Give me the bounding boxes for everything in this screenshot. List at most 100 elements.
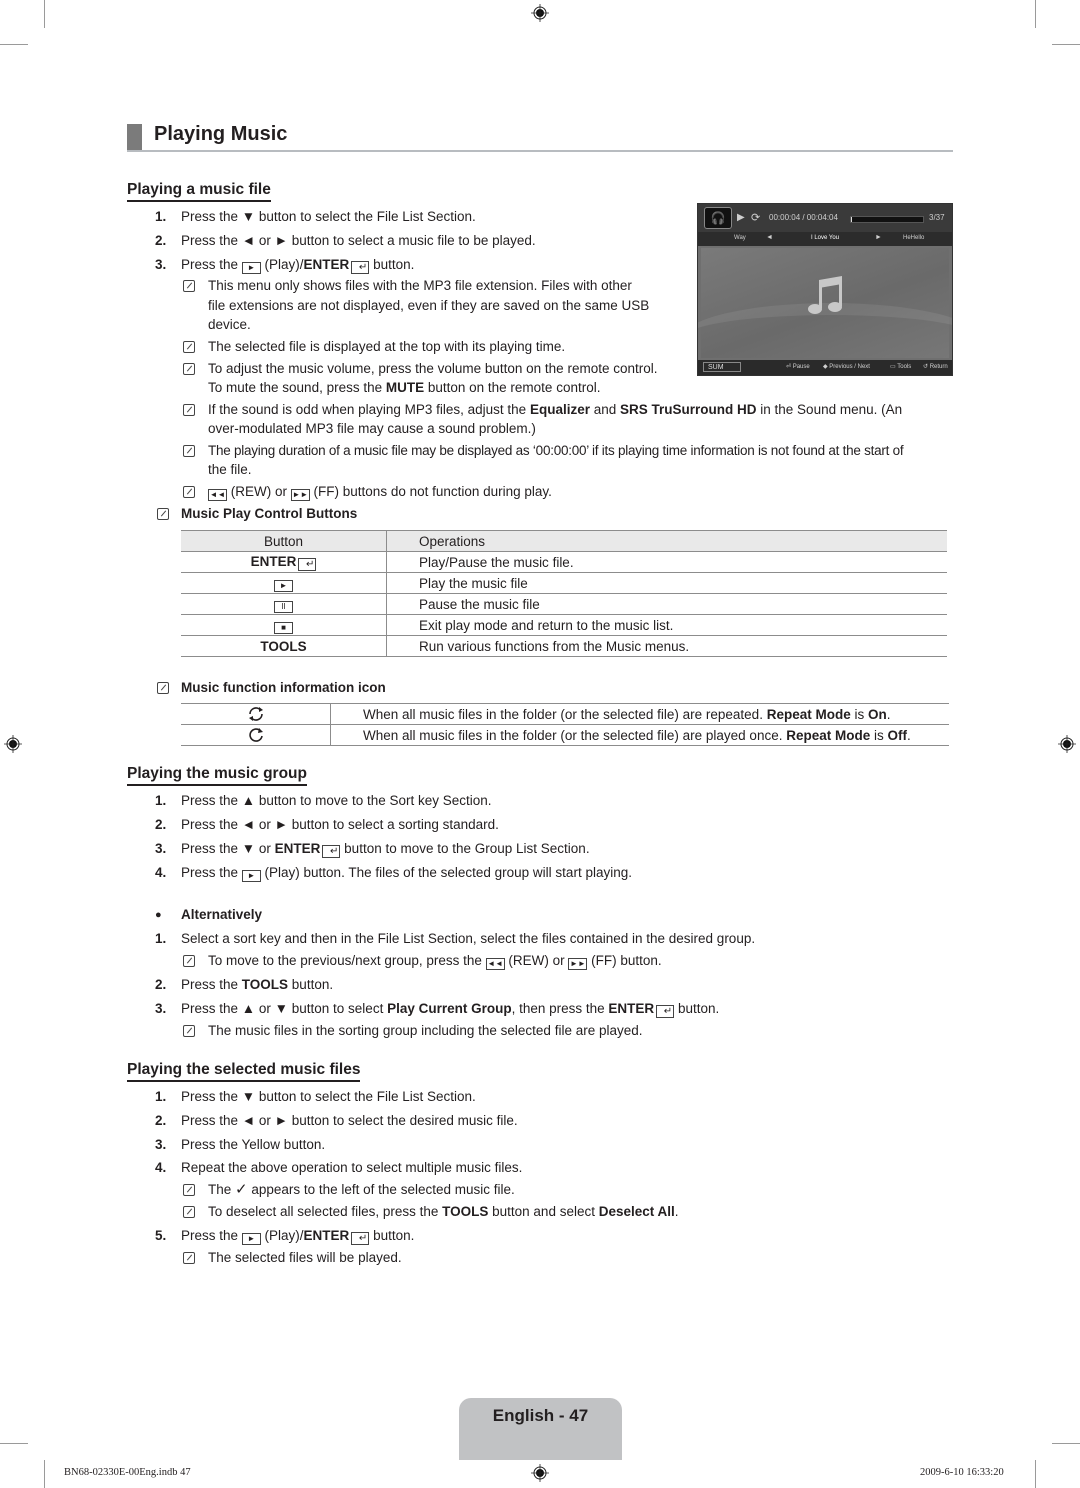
crop-mark: [1035, 1460, 1036, 1488]
step-text: Press the ◄ or ► button to select the de…: [181, 1113, 518, 1128]
next-track-title: HeHello: [903, 235, 925, 241]
section-heading-selected-files: Playing the selected music files: [127, 1061, 361, 1082]
button-cell: II: [181, 593, 387, 615]
button-cell: TOOLS: [181, 635, 387, 657]
operation-cell: Exit play mode and return to the music l…: [386, 614, 947, 636]
step-number: 3.: [155, 841, 167, 856]
step-text: Press the ▼ or ENTER ↵ button to move to …: [181, 841, 590, 858]
prev-arrow-icon: ◄: [766, 234, 773, 241]
step-text: Press the ► (Play) button. The files of …: [181, 865, 632, 882]
note-text: The ✓ appears to the left of the selecte…: [208, 1181, 515, 1198]
note-icon: [157, 508, 169, 520]
prev-track-title: Way: [734, 235, 746, 241]
crop-mark: [1052, 44, 1080, 45]
control-buttons-table: Button Operations ENTER ↵ Play/Pause the …: [181, 530, 947, 657]
operation-cell: Pause the music file: [386, 593, 947, 615]
description-cell: When all music files in the folder (or t…: [330, 724, 949, 746]
repeat-on-icon: ⟳: [751, 212, 761, 224]
step-text: Press the Yellow button.: [181, 1137, 326, 1152]
note-text: The playing duration of a music file may…: [208, 443, 904, 458]
step-text: Press the ◄ or ► button to select a musi…: [181, 233, 536, 248]
note-text: the file.: [208, 462, 252, 477]
operation-cell: Play/Pause the music file.: [386, 551, 947, 573]
note-text: To adjust the music volume, press the vo…: [208, 361, 658, 376]
table-row: ENTER ↵ Play/Pause the music file.: [181, 551, 947, 573]
page-title-bar: Playing Music: [127, 123, 953, 152]
track-nav-bar: Way ◄ I Love You ► HeHello: [698, 232, 952, 246]
note-text: file extensions are not displayed, even …: [208, 298, 650, 313]
page-number-tab: English - 47: [459, 1398, 622, 1460]
button-cell: ■: [181, 614, 387, 636]
step-number: 3.: [155, 1137, 167, 1152]
note-icon: [183, 445, 195, 457]
icon-cell: [181, 724, 331, 746]
repeat-off-icon: [248, 728, 263, 743]
enter-key-icon: ↵: [322, 845, 341, 858]
icon-cell: [181, 703, 331, 725]
section-heading-music-file: Playing a music file: [127, 181, 271, 202]
table-row: When all music files in the folder (or t…: [181, 703, 949, 725]
sound-mode-badge: SUM: [703, 362, 741, 372]
section-heading-music-group: Playing the music group: [127, 765, 307, 786]
enter-key-icon: ↵: [351, 1232, 370, 1245]
bullet-icon: ●: [155, 909, 162, 921]
player-status-bar: 🎧 ▶ ⟳ 00:00:04 / 00:04:04 3/37: [698, 204, 952, 232]
note-text: The selected files will be played.: [208, 1250, 402, 1265]
note-text: To move to the previous/next group, pres…: [208, 953, 662, 970]
description-cell: When all music files in the folder (or t…: [330, 703, 949, 725]
column-header: Button: [181, 530, 387, 552]
hint-previous-next: ◆ Previous / Next: [823, 364, 870, 370]
file-slug: BN68-02330E-00Eng.indb 47: [64, 1467, 191, 1478]
ff-key-icon: ►►: [568, 958, 588, 970]
print-timestamp: 2009-6-10 16:33:20: [920, 1467, 1004, 1478]
player-background: [698, 248, 952, 358]
note-text: This menu only shows files with the MP3 …: [208, 278, 632, 293]
note-icon: [183, 1025, 195, 1037]
time-display: 00:00:04 / 00:04:04: [769, 213, 838, 222]
album-art-icon: 🎧: [704, 207, 732, 229]
note-text: If the sound is odd when playing MP3 fil…: [208, 402, 903, 417]
progress-fill: [851, 217, 853, 222]
music-note-icon: [808, 276, 842, 314]
registration-mark-icon: [531, 1464, 549, 1482]
note-text: device.: [208, 317, 251, 332]
registration-mark-icon: [4, 735, 22, 753]
track-index: 3/37: [929, 213, 945, 222]
step-number: 2.: [155, 977, 167, 992]
step-number: 3.: [155, 1001, 167, 1016]
step-number: 1.: [155, 931, 167, 946]
crop-mark: [1052, 1443, 1080, 1444]
note-icon: [157, 682, 169, 694]
step-number: 1.: [155, 1089, 167, 1104]
operation-cell: Run various functions from the Music men…: [386, 635, 947, 657]
note-icon: [183, 486, 195, 498]
subheading-function-icon: Music function information icon: [181, 680, 386, 695]
table-row: II Pause the music file: [181, 593, 947, 615]
step-number: 4.: [155, 1160, 167, 1175]
column-header: Operations: [386, 530, 947, 552]
enter-key-icon: ↵: [298, 557, 317, 571]
play-key-icon: ►: [241, 870, 261, 882]
note-icon: [183, 1206, 195, 1218]
hint-return: ↺ Return: [923, 364, 948, 370]
step-number: 1.: [155, 209, 167, 224]
note-icon: [183, 1184, 195, 1196]
note-text: The selected file is displayed at the to…: [208, 339, 566, 354]
table-row: When all music files in the folder (or t…: [181, 724, 949, 746]
step-text: Press the ◄ or ► button to select a sort…: [181, 817, 499, 832]
registration-mark-icon: [1058, 735, 1076, 753]
step-number: 2.: [155, 817, 167, 832]
step-text: Press the ► (Play)/ENTER ↵ button.: [181, 1228, 415, 1245]
button-cell: ENTER ↵: [181, 551, 387, 573]
player-hint-bar: SUM ⏎ Pause ◆ Previous / Next ▭ Tools ↺ …: [698, 360, 952, 375]
hint-tools: ▭ Tools: [890, 364, 912, 370]
progress-bar: [850, 216, 924, 223]
note-text: over-modulated MP3 file may cause a soun…: [208, 421, 536, 436]
step-text: Press the ▲ or ▼ button to select Play C…: [181, 1001, 720, 1018]
operation-cell: Play the music file: [386, 572, 947, 594]
stop-key-icon: ■: [274, 621, 293, 634]
note-text: To deselect all selected files, press th…: [208, 1204, 679, 1219]
step-text: Press the ► (Play)/ENTER ↵ button.: [181, 257, 415, 274]
step-text: Press the ▼ button to select the File Li…: [181, 209, 476, 224]
title-accent-block: [127, 124, 142, 150]
